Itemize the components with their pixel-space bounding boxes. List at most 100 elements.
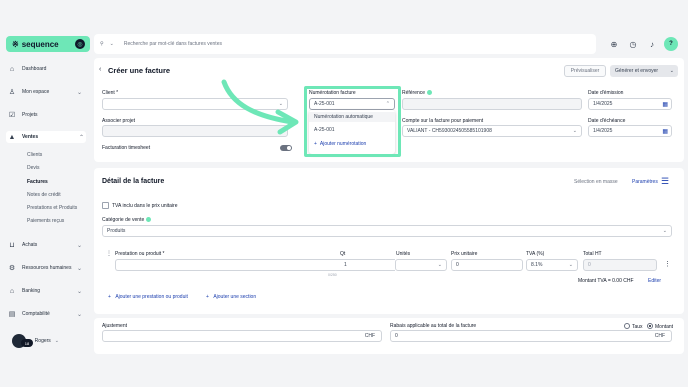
row-menu-icon[interactable]: ⋮: [664, 260, 671, 268]
gear-icon: ⚙: [8, 265, 16, 272]
sidebar-item-rh[interactable]: ⚙ Ressources humaines ⌄: [8, 262, 84, 274]
col-total: Total HT: [583, 251, 602, 257]
reference-label: Référence: [402, 90, 433, 96]
highlight-box: [304, 86, 401, 157]
back-arrow-icon[interactable]: ‹: [99, 66, 101, 73]
tva-select[interactable]: 8.1% ⌄: [526, 259, 578, 271]
timesheet-label: Facturation timesheet: [102, 145, 151, 151]
params-link[interactable]: Paramètres: [632, 179, 658, 185]
price-input[interactable]: 0: [451, 259, 523, 271]
edit-link[interactable]: Editer: [648, 278, 661, 284]
sidebar-item-banking[interactable]: ⌂ Banking ⌄: [8, 285, 84, 297]
plus-icon: +: [206, 294, 209, 300]
tva-amount: Montant TVA = 0.00 CHF: [578, 278, 634, 284]
chevron-down-icon: ⌄: [76, 311, 82, 318]
account-label: Compte sur la facture pour paiement: [402, 118, 484, 124]
search-input[interactable]: ⚲ ⌄ Recherche par mot-clé dans factures …: [94, 34, 596, 54]
sidebar-item-label: Dashboard: [22, 66, 47, 72]
due-date-input[interactable]: 1/4/2025 ▦: [588, 125, 672, 137]
notification-count: 18: [21, 339, 33, 347]
sidebar-item-label: Mon espace: [22, 89, 50, 95]
col-product: Prestation ou produit *: [115, 251, 165, 257]
issue-date-value: 1/4/2025: [593, 101, 613, 107]
due-date-label: Date d'échéance: [588, 118, 626, 124]
col-price: Prix unitaire: [451, 251, 478, 257]
annotation-arrow-icon: [221, 79, 299, 135]
discount-currency: CHF: [654, 333, 665, 339]
sidebar-sub-notes-credit[interactable]: Notes de crédit: [27, 192, 61, 198]
generate-send-button[interactable]: Générer et envoyer ⌄: [610, 65, 678, 77]
category-value: Produits: [107, 228, 126, 234]
sidebar-item-label: Ventes: [22, 134, 39, 140]
chevron-down-icon: ⌄: [568, 262, 573, 268]
product-input[interactable]: 1: [115, 259, 395, 271]
reference-label-text: Référence: [402, 90, 426, 96]
sidebar: ※ sequence ◎ ⌂ Dashboard ♙ Mon espace ⌄ …: [0, 0, 92, 387]
col-tva: TVA (%): [526, 251, 545, 257]
unit-select[interactable]: ⌄: [395, 259, 447, 271]
radio-rate[interactable]: [624, 323, 630, 329]
client-label: Client *: [102, 90, 119, 96]
calendar-icon[interactable]: ▦: [662, 128, 668, 135]
issue-date-input[interactable]: 1/4/2025 ▦: [588, 98, 672, 110]
calendar-icon[interactable]: ▦: [662, 101, 668, 108]
chevron-down-icon: ⌄: [437, 262, 442, 268]
bell-icon[interactable]: ♪: [645, 37, 659, 51]
sidebar-item-comptabilite[interactable]: ▤ Comptabilité ⌄: [8, 308, 84, 320]
tva-inclusive-label: TVA inclu dans le prix unitaire: [112, 203, 178, 209]
bulk-select-link[interactable]: Sélection en masse: [574, 179, 618, 185]
user-name: Rogers: [34, 338, 51, 344]
add-line-button[interactable]: + Ajouter une prestation ou produit: [108, 294, 188, 300]
add-line-label: Ajouter une prestation ou produit: [115, 294, 188, 300]
category-label-text: Catégorie de vente: [102, 217, 145, 223]
sidebar-sub-paiements[interactable]: Paiements reçus: [27, 218, 64, 224]
adjust-input[interactable]: CHF: [102, 330, 382, 342]
reference-input[interactable]: [402, 98, 582, 110]
sidebar-item-achats[interactable]: ⊔ Achats ⌄: [8, 239, 84, 251]
info-icon: [146, 217, 152, 223]
bank-icon: ⌂: [9, 287, 15, 295]
user-menu[interactable]: 18 JA Rogers ⌄: [12, 334, 59, 348]
timesheet-toggle[interactable]: [280, 145, 292, 151]
invoice-detail-card: Détail de la facture Sélection en masse …: [94, 168, 684, 314]
chevron-down-icon[interactable]: ⌄: [110, 41, 114, 47]
discount-input[interactable]: 0 CHF: [390, 330, 672, 342]
sidebar-item-projets[interactable]: ☑ Projets: [8, 109, 84, 121]
price-value: 0: [456, 262, 459, 268]
chevron-down-icon: ⌄: [76, 242, 82, 249]
generate-send-label: Générer et envoyer: [615, 68, 659, 74]
detail-title: Détail de la facture: [102, 178, 165, 185]
search-placeholder: Recherche par mot-clé dans factures vent…: [123, 41, 222, 47]
add-icon[interactable]: ⊕: [607, 37, 621, 51]
category-label: Catégorie de vente: [102, 217, 152, 223]
clock-icon[interactable]: ◷: [626, 37, 640, 51]
sidebar-item-dashboard[interactable]: ⌂ Dashboard: [8, 63, 84, 75]
sidebar-sub-devis[interactable]: Devis: [27, 165, 40, 171]
menu-icon[interactable]: ☰: [661, 176, 669, 187]
chevron-down-icon: ⌄: [662, 228, 667, 234]
tva-inclusive-checkbox[interactable]: [102, 202, 109, 209]
radio-amount[interactable]: [647, 323, 653, 329]
sidebar-sub-factures[interactable]: Factures: [27, 179, 48, 185]
sidebar-item-label: Ressources humaines: [22, 265, 72, 271]
project-label: Associer projet: [102, 118, 136, 124]
sidebar-item-label: Projets: [22, 112, 38, 118]
category-select[interactable]: Produits ⌄: [102, 225, 672, 237]
add-section-button[interactable]: + Ajouter une section: [206, 294, 256, 300]
info-icon: [427, 90, 433, 96]
account-select[interactable]: VALIANT - CH5930024505585101908 ⌄: [402, 125, 582, 137]
brand-logo[interactable]: ※ sequence ◎: [6, 36, 90, 52]
help-icon[interactable]: ?: [664, 37, 678, 51]
page-title: Créer une facture: [108, 66, 171, 75]
sidebar-item-mon-espace[interactable]: ♙ Mon espace ⌄: [8, 86, 84, 98]
sidebar-sub-prestations[interactable]: Prestations et Produits: [27, 205, 77, 211]
sidebar-sub-clients[interactable]: Clients: [27, 152, 42, 158]
sidebar-item-ventes[interactable]: ▲ Ventes ⌃: [6, 131, 86, 143]
chevron-down-icon: ⌄: [76, 288, 82, 295]
preview-button[interactable]: Prévisualiser: [564, 65, 606, 77]
top-bar: ⚲ ⌄ Recherche par mot-clé dans factures …: [94, 34, 684, 54]
drag-handle-icon[interactable]: ⋮: [106, 250, 112, 257]
logo-icon: ※: [12, 39, 19, 49]
issue-date-label: Date d'émission: [588, 90, 624, 96]
bag-icon: ▲: [8, 133, 16, 141]
